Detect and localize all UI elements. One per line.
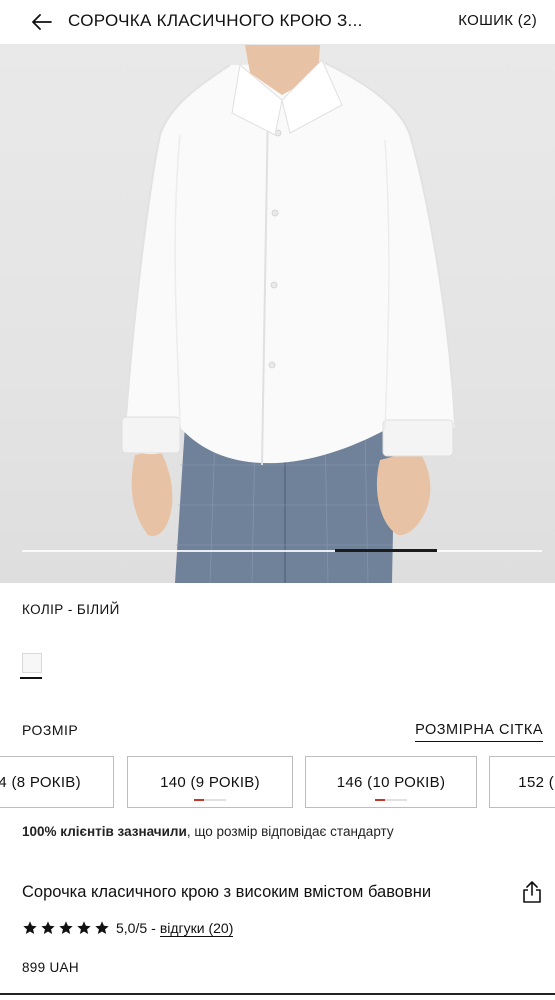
size-option-146[interactable]: 146 (10 РОКІВ) [305,756,477,808]
size-chart-link[interactable]: РОЗМІРНА СІТКА [415,722,543,742]
rating-value: 5,0/5 [116,920,148,936]
fit-note-percent: 100% клієнтів зазначили [22,824,187,839]
back-button[interactable] [28,9,56,35]
share-icon [523,881,541,903]
page-title: СОРОЧКА КЛАСИЧНОГО КРОЮ З... [68,11,363,30]
rating-row: 5,0/5 - відгуки (20) [22,918,234,938]
star-icon [77,921,91,934]
reviews-link[interactable]: відгуки (20) [159,920,234,937]
low-stock-indicator [194,799,226,801]
star-icon [59,921,73,934]
gallery-progress-indicator [335,549,437,552]
low-stock-indicator [375,799,407,801]
gallery-progress-track [22,550,542,552]
fit-note-text: , що розмір відповідає стандарту [186,824,394,839]
star-icon [41,921,55,934]
size-option-134[interactable]: 134 (8 РОКІВ) [0,756,114,808]
rating-stars [22,920,110,936]
bottom-divider [0,993,555,995]
product-photo [121,45,456,583]
product-price: 899 UAH [22,960,79,975]
selected-swatch-underline [20,677,42,679]
color-label: КОЛІР - БІЛИЙ [22,602,120,617]
color-swatch-white[interactable] [22,653,42,673]
size-fit-note: 100% клієнтів зазначили, що розмір відпо… [22,824,394,839]
size-option-label: 134 (8 РОКІВ) [0,774,81,791]
size-option-label: 152 (11 РОКІВ) [518,774,555,791]
star-icon [95,921,109,934]
share-button[interactable] [521,880,545,906]
size-option-140[interactable]: 140 (9 РОКІВ) [127,756,293,808]
product-image-gallery[interactable] [0,45,555,583]
size-options: 134 (8 РОКІВ) 140 (9 РОКІВ) 146 (10 РОКІ… [0,756,555,810]
size-label: РОЗМІР [22,722,79,738]
size-option-label: 140 (9 РОКІВ) [160,774,260,791]
cart-link[interactable]: КОШИК (2) [458,12,537,29]
size-option-152[interactable]: 152 (11 РОКІВ) [489,756,555,808]
star-icon [23,921,37,934]
arrow-left-icon [32,14,52,30]
top-bar: СОРОЧКА КЛАСИЧНОГО КРОЮ З... КОШИК (2) [0,0,555,45]
rating-separator: - [151,920,156,936]
product-name: Сорочка класичного крою з високим вмісто… [22,883,432,901]
size-option-label: 146 (10 РОКІВ) [336,774,446,791]
